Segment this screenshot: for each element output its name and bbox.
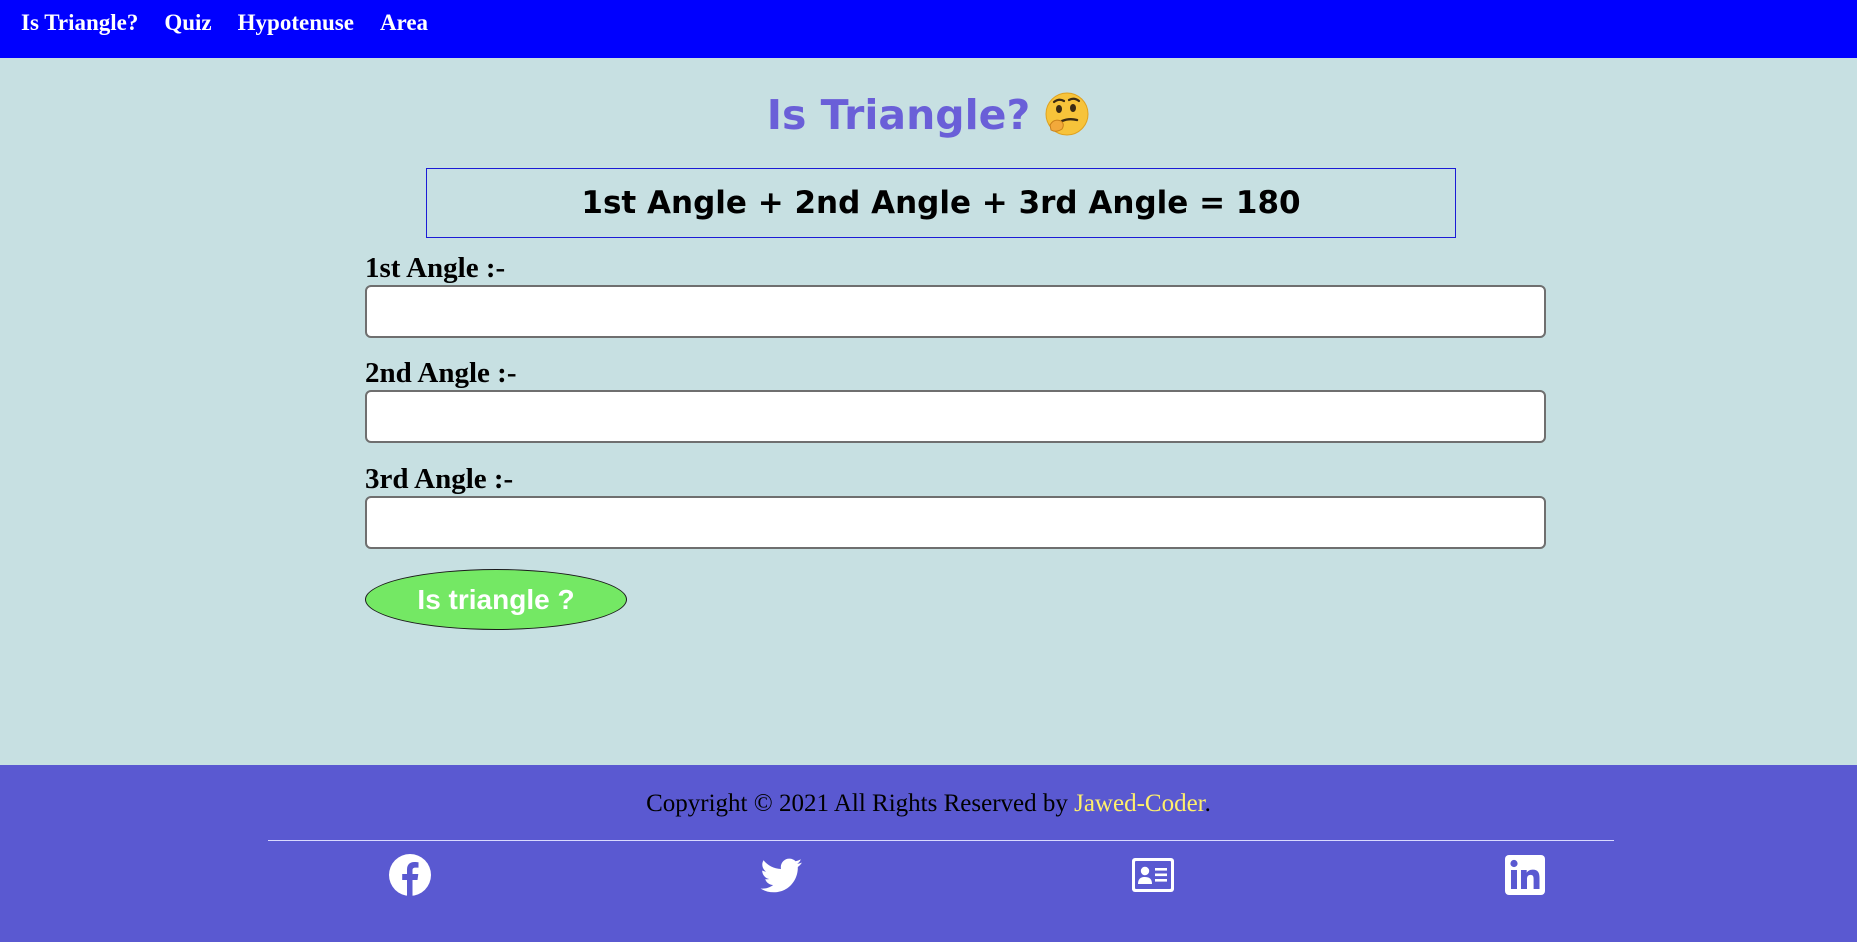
second-angle-input[interactable] [365,390,1546,443]
facebook-icon[interactable] [387,852,433,898]
nav-link-is-triangle[interactable]: Is Triangle? [21,10,138,36]
thinking-face-icon [1044,91,1090,137]
third-angle-label: 3rd Angle :- [365,463,514,495]
linkedin-icon[interactable] [1502,852,1548,898]
footer: Copyright © 2021 All Rights Reserved by … [0,765,1857,942]
contact-card-icon[interactable] [1130,852,1176,898]
top-navbar: Is Triangle? Quiz Hypotenuse Area [0,0,1857,58]
page-title-text: Is Triangle? [766,91,1031,139]
nav-link-hypotenuse[interactable]: Hypotenuse [238,10,354,36]
second-angle-label: 2nd Angle :- [365,357,517,389]
copyright-prefix: Copyright © 2021 All Rights Reserved by [646,790,1068,817]
copyright-suffix: . [1204,790,1211,817]
author-link[interactable]: Jawed-Coder [1074,790,1205,817]
is-triangle-button[interactable]: Is triangle ? [365,569,627,630]
nav-link-quiz[interactable]: Quiz [164,10,211,36]
third-angle-input[interactable] [365,496,1546,549]
angle-sum-formula: 1st Angle + 2nd Angle + 3rd Angle = 180 [426,168,1456,238]
first-angle-label: 1st Angle :- [365,252,506,284]
page-title: Is Triangle? [0,86,1857,144]
first-angle-input[interactable] [365,285,1546,338]
copyright-text: Copyright © 2021 All Rights Reserved by … [0,787,1857,821]
footer-divider [268,840,1614,841]
twitter-icon[interactable] [758,852,804,898]
nav-link-area[interactable]: Area [380,10,428,36]
